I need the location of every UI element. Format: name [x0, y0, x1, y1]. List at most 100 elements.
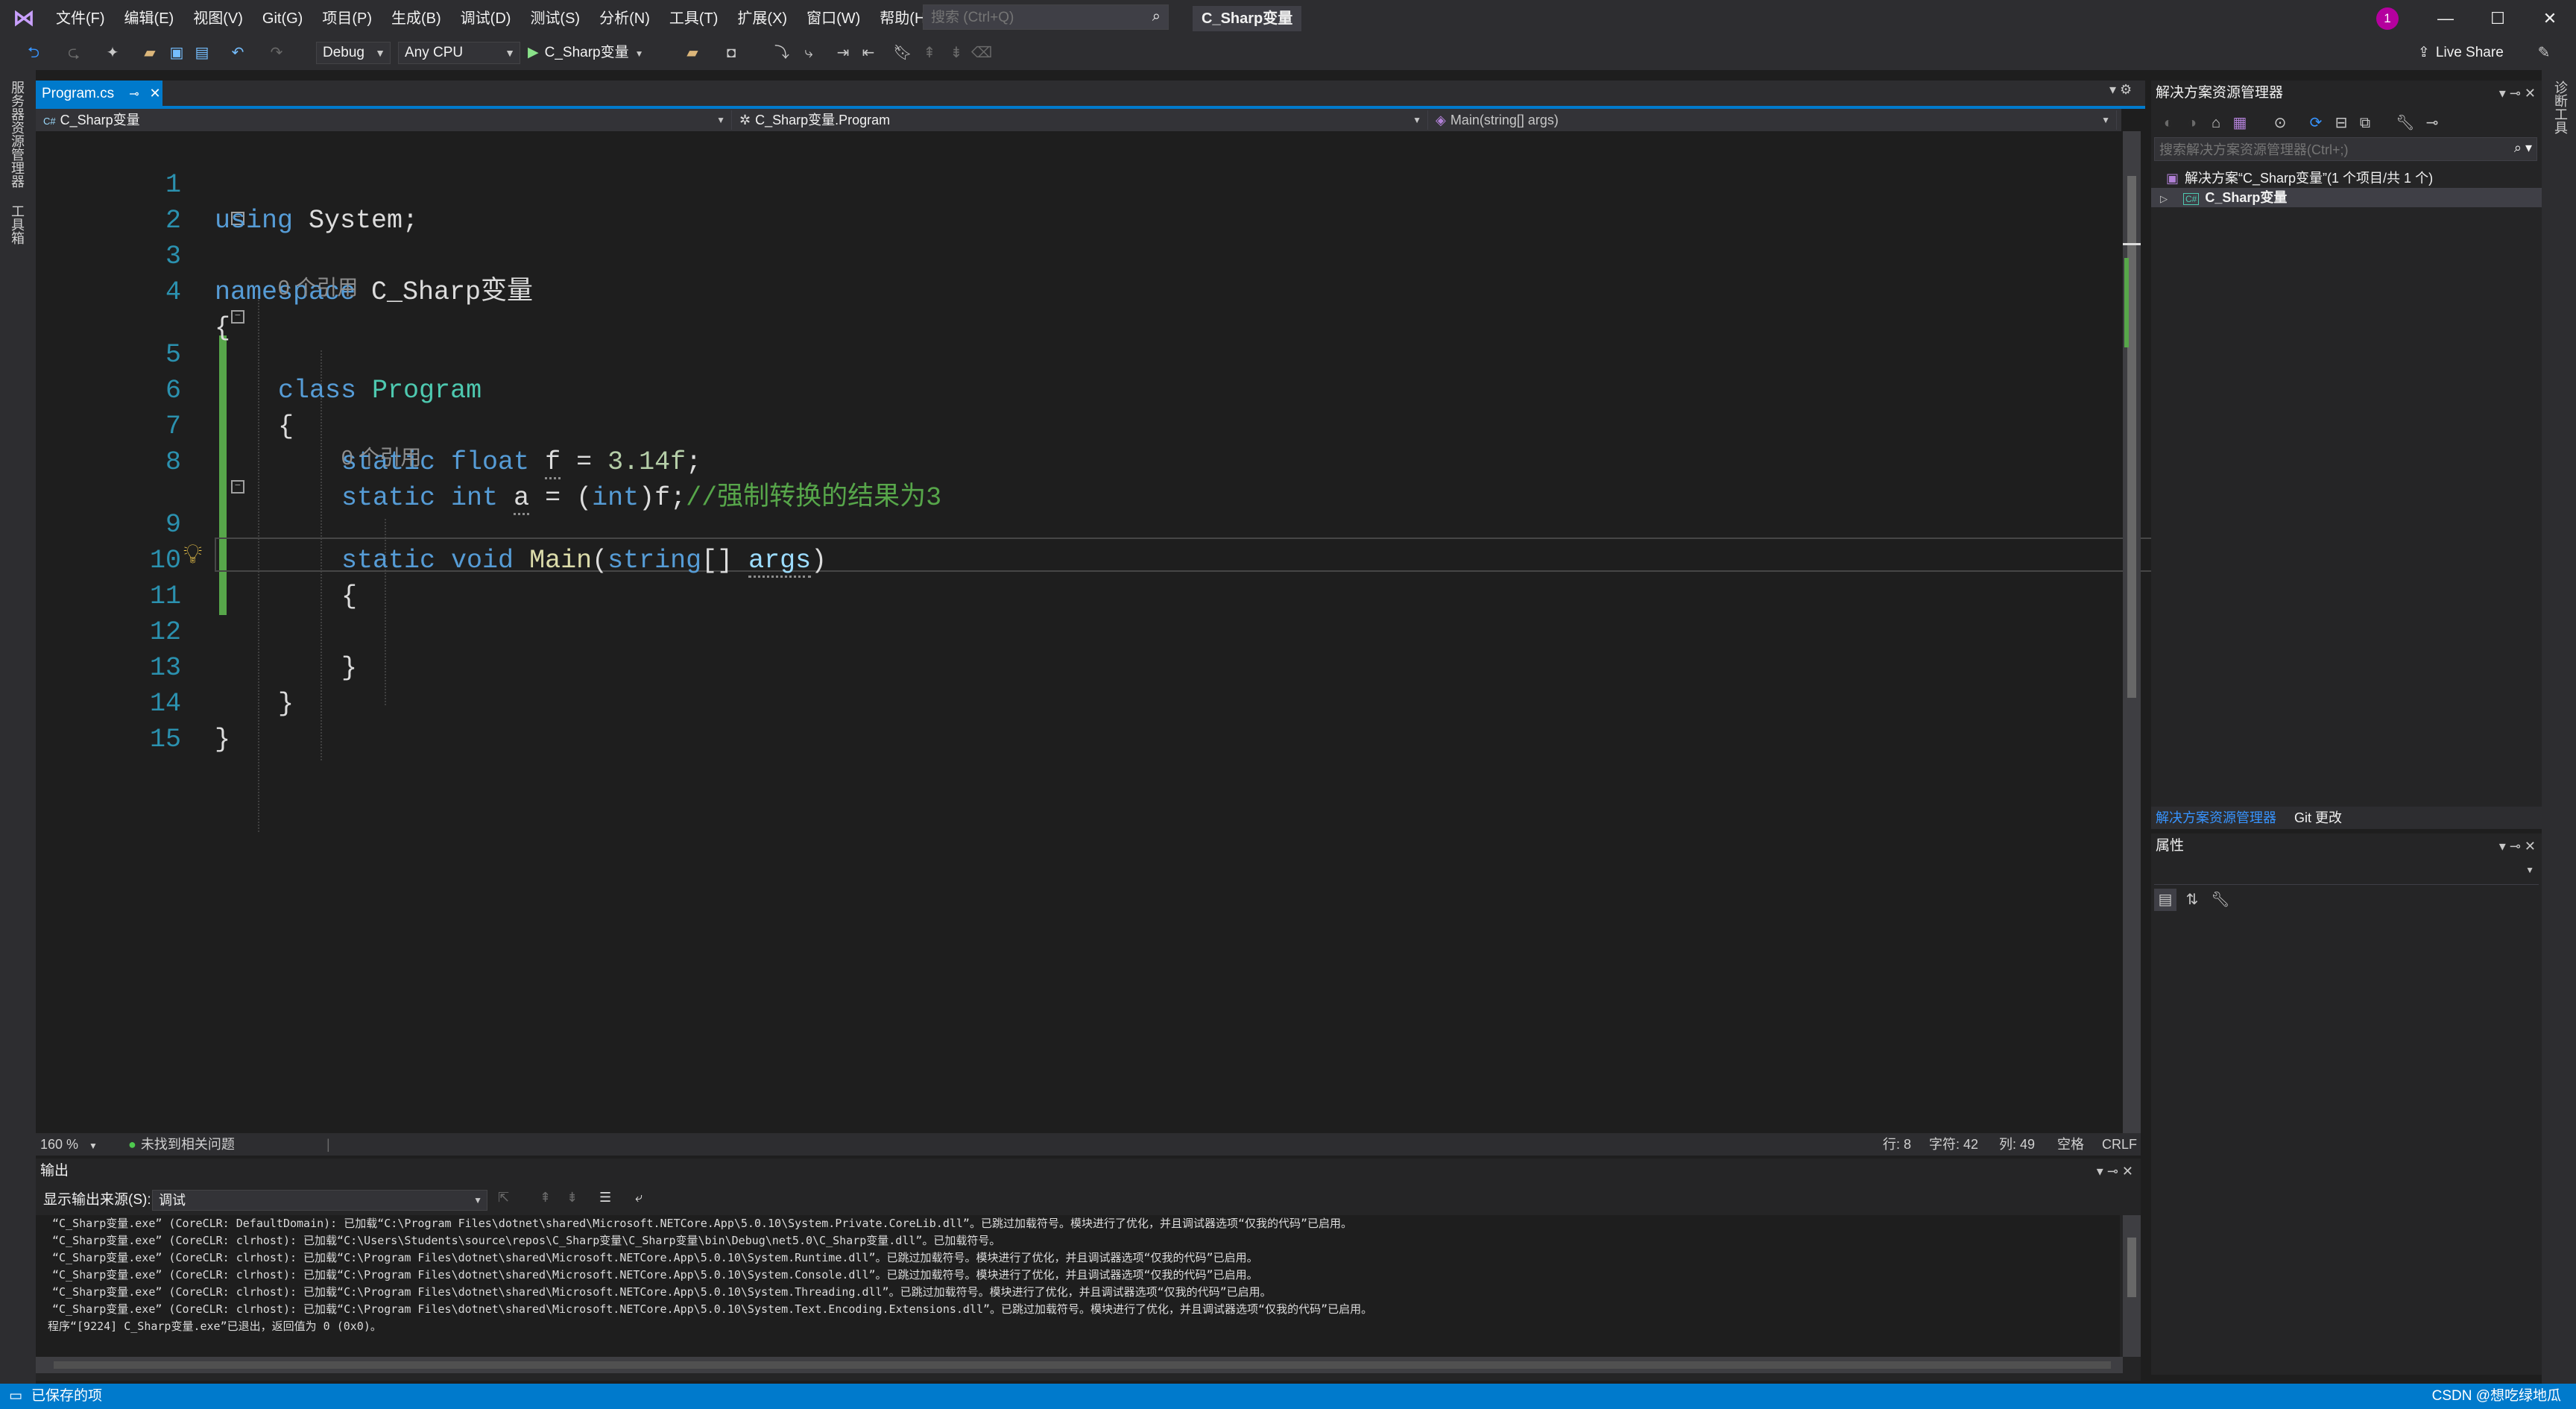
tab-git-changes[interactable]: Git 更改	[2294, 807, 2342, 829]
undo-icon[interactable]: ↶	[227, 42, 249, 64]
prev-bookmark-icon[interactable]: ⇞	[918, 42, 941, 64]
alphabetical-icon[interactable]: ⇅	[2181, 889, 2203, 911]
clear-all-icon[interactable]: ☰	[599, 1190, 611, 1205]
project-node[interactable]: ▷ C# C_Sharp变量	[2151, 188, 2542, 207]
left-tool-strip: 服务器资源管理器 工具箱	[0, 70, 36, 1387]
menu-view[interactable]: 视图(V)	[183, 0, 253, 37]
screenshot-icon[interactable]: ◘	[720, 42, 742, 64]
solution-config-select[interactable]: Debug ▼	[316, 42, 391, 64]
menu-edit[interactable]: 编辑(E)	[115, 0, 184, 37]
redo-icon[interactable]: ↷	[265, 42, 288, 64]
scrollbar-thumb[interactable]	[54, 1361, 2111, 1369]
forward-icon[interactable]: ◑	[2181, 112, 2203, 134]
property-pages-icon[interactable]: 🔧︎	[2209, 889, 2232, 911]
close-tab-icon[interactable]: ✕	[150, 86, 161, 101]
clear-bookmarks-icon[interactable]: ⌫	[970, 42, 993, 64]
codelens-references[interactable]: 0 个引用	[341, 443, 421, 473]
save-icon[interactable]: ▣	[165, 42, 188, 64]
global-search-input[interactable]	[924, 5, 1141, 31]
prev-message-icon[interactable]: ⇞	[540, 1190, 551, 1205]
toolbox-tab[interactable]: 工具箱	[7, 204, 27, 245]
line-ending-indicator[interactable]: CRLF	[2102, 1133, 2137, 1156]
categorized-icon[interactable]: ▤	[2154, 889, 2176, 911]
browse-folder-icon[interactable]: ▰	[681, 42, 704, 64]
expand-arrow-icon[interactable]: ▷	[2160, 193, 2168, 204]
tab-solution-explorer[interactable]: 解决方案资源管理器	[2156, 807, 2276, 829]
minimize-button[interactable]: —	[2419, 0, 2472, 37]
whitespace-indicator[interactable]: 空格	[2057, 1133, 2084, 1156]
indent-icon[interactable]: ⇥	[832, 42, 854, 64]
type-nav-select[interactable]: ✲ C_Sharp变量.Program ▼	[735, 110, 1428, 130]
pane-window-controls[interactable]: ▾ ⊸ ✕	[2499, 833, 2536, 859]
open-folder-icon[interactable]: ▰	[139, 42, 161, 64]
find-message-icon[interactable]: ⇱	[498, 1190, 509, 1205]
back-icon[interactable]: ⮌	[22, 42, 45, 64]
codelens-references[interactable]: 0 个引用	[278, 273, 358, 303]
show-all-files-icon[interactable]: ⧉	[2354, 112, 2376, 134]
save-all-icon[interactable]: ▤	[191, 42, 213, 64]
notification-badge[interactable]: 1	[2376, 7, 2399, 30]
scrollbar-thumb[interactable]	[2127, 1238, 2136, 1297]
menu-extensions[interactable]: 扩展(X)	[727, 0, 797, 37]
server-explorer-tab[interactable]: 服务器资源管理器	[7, 81, 27, 188]
bookmark-icon[interactable]: 🔖︎	[891, 42, 914, 64]
solution-explorer-search-input[interactable]	[2155, 138, 2504, 162]
search-icon[interactable]: ⌕ ▾	[2514, 140, 2532, 156]
solution-platform-select[interactable]: Any CPU ▼	[398, 42, 520, 64]
scrollbar-thumb[interactable]	[2127, 176, 2136, 698]
pane-window-controls[interactable]: ▾ ⊸ ✕	[2499, 81, 2536, 106]
menu-window[interactable]: 窗口(W)	[797, 0, 870, 37]
diagnostic-tools-tab[interactable]: 诊断工具	[2551, 81, 2570, 134]
next-message-icon[interactable]: ⇟	[566, 1190, 578, 1205]
output-toolbar: 显示输出来源(S): 调试 ▼ ⇱ ⇞ ⇟ ☰ ⤶	[36, 1187, 2141, 1214]
word-wrap-icon[interactable]: ⤶	[635, 1190, 643, 1205]
live-share-button[interactable]: ⇪ Live Share	[2418, 42, 2504, 64]
start-debugging-button[interactable]: ▶ C_Sharp变量 ▼	[528, 42, 644, 64]
properties-object-select[interactable]: ▼	[2154, 863, 2539, 885]
collapse-all-icon[interactable]: ⊟	[2330, 112, 2352, 134]
editor-vertical-scrollbar[interactable]	[2123, 131, 2141, 1133]
outdent-icon[interactable]: ⇤	[857, 42, 880, 64]
output-text-area[interactable]: “C_Sharp变量.exe” (CoreCLR: DefaultDomain)…	[36, 1215, 2120, 1357]
new-item-icon[interactable]: ✦	[101, 42, 124, 64]
output-source-select[interactable]: 调试 ▼	[152, 1190, 487, 1211]
properties-wrench-icon[interactable]: 🔧︎	[2394, 112, 2416, 134]
maximize-button[interactable]: ☐	[2472, 0, 2524, 37]
search-icon[interactable]: ⌕	[1152, 8, 1161, 25]
menu-file[interactable]: 文件(F)	[46, 0, 115, 37]
solution-node[interactable]: ▣ 解决方案“C_Sharp变量”(1 个项目/共 1 个)	[2151, 168, 2542, 188]
switch-views-icon[interactable]: ▦	[2229, 112, 2251, 134]
code-line: 3 namespace C_Sharp变量	[36, 203, 2123, 307]
step-over-icon[interactable]: ⤷	[798, 42, 820, 64]
member-nav-select[interactable]: ◈ Main(string[] args) ▼	[1431, 110, 2117, 130]
output-window-controls[interactable]: ▾ ⊸ ✕	[2097, 1159, 2133, 1184]
zoom-select[interactable]: 160 % ▼	[40, 1133, 98, 1156]
output-horizontal-scrollbar[interactable]	[36, 1357, 2123, 1373]
menu-test[interactable]: 测试(S)	[520, 0, 590, 37]
preview-icon[interactable]: ⊸	[2421, 112, 2443, 134]
output-vertical-scrollbar[interactable]	[2123, 1215, 2141, 1357]
check-circle-icon: ●	[128, 1137, 136, 1152]
sync-icon[interactable]: ⟳	[2305, 112, 2327, 134]
home-icon[interactable]: ⌂	[2205, 112, 2227, 134]
menu-debug[interactable]: 调试(D)	[451, 0, 521, 37]
issues-indicator[interactable]: ● 未找到相关问题	[128, 1133, 235, 1156]
back-icon[interactable]: ◐	[2157, 112, 2179, 134]
close-window-button[interactable]: ✕	[2524, 0, 2576, 37]
next-bookmark-icon[interactable]: ⇟	[945, 42, 967, 64]
menu-build[interactable]: 生成(B)	[382, 0, 451, 37]
feedback-icon[interactable]: ✎	[2533, 42, 2555, 64]
step-into-icon[interactable]: ⤵	[771, 42, 793, 64]
project-nav-select[interactable]: C# C_Sharp变量 ▼	[39, 110, 732, 130]
pending-changes-filter-icon[interactable]: ⊙	[2269, 112, 2291, 134]
menu-project[interactable]: 项目(P)	[312, 0, 382, 37]
menu-analyze[interactable]: 分析(N)	[590, 0, 660, 37]
forward-icon[interactable]: ⮎	[63, 42, 85, 64]
pin-icon[interactable]: ⊸	[129, 88, 139, 101]
menu-git[interactable]: Git(G)	[253, 0, 312, 37]
menu-tools[interactable]: 工具(T)	[660, 0, 728, 37]
tab-overflow-icon[interactable]: ▾ ⚙	[2109, 82, 2132, 98]
tab-program-cs[interactable]: Program.cs ⊸ ✕	[36, 81, 162, 106]
code-editor[interactable]: − − − 1 using System; 2 3 namespace C_Sh…	[36, 131, 2154, 1133]
visual-studio-logo-icon[interactable]: ⋈	[10, 6, 37, 31]
